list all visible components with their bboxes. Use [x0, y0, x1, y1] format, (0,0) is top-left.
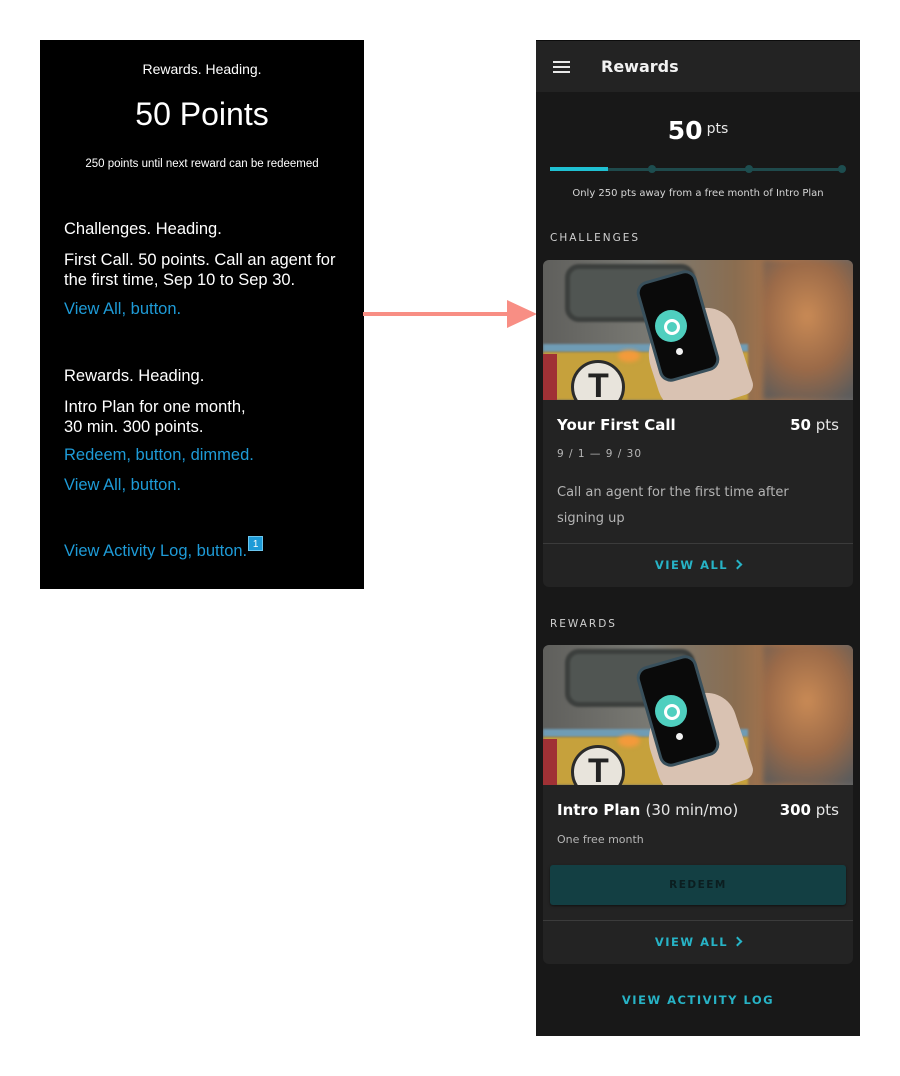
challenge-description: Call an agent for the first time after s…: [557, 485, 789, 526]
reward-points-value: 300: [779, 801, 811, 819]
divider: [543, 920, 853, 921]
reward-points: 300 pts: [780, 801, 839, 819]
sr-view-all-rewards[interactable]: View All, button.: [64, 476, 354, 495]
reward-title: Intro Plan (30 min/mo): [557, 801, 738, 819]
challenge-dates: 9 / 1 — 9 / 30: [557, 448, 643, 460]
sr-rewards-heading: Rewards. Heading.: [142, 61, 262, 77]
progress-milestone-node: [744, 165, 753, 173]
view-all-label: VIEW ALL: [654, 935, 729, 949]
screen-reader-panel: Rewards. Heading. 50 Points 250 points u…: [40, 40, 364, 589]
arrow-head-icon: [507, 300, 537, 328]
progress-caption: Only 250 pts away from a free month of I…: [572, 188, 824, 199]
sr-view-all-challenges[interactable]: View All, button.: [64, 300, 354, 319]
view-all-rewards-button[interactable]: VIEW ALL: [543, 935, 853, 949]
sr-challenge-item: First Call. 50 points. Call an agent for…: [64, 251, 336, 289]
page-title: Rewards: [601, 57, 679, 76]
view-all-challenges-button[interactable]: VIEW ALL: [543, 558, 853, 572]
reward-card-image: [543, 645, 853, 785]
sr-reward-item-line2: 30 min. 300 points.: [64, 418, 204, 436]
points-value: 50: [667, 116, 703, 145]
points-unit: pts: [706, 121, 729, 137]
sr-redeem-button[interactable]: Redeem, button, dimmed.: [64, 446, 354, 465]
reward-points-unit: pts: [815, 801, 839, 819]
points-progress-bar: [550, 165, 846, 173]
chevron-right-icon: [732, 559, 743, 570]
sr-reward-item: Intro Plan for one month, 30 min. 300 po…: [64, 397, 354, 437]
challenges-section-label: CHALLENGES: [550, 232, 641, 244]
sr-challenges-heading: Challenges. Heading.: [64, 220, 222, 238]
reward-title-detail: (30 min/mo): [645, 801, 739, 819]
sr-rewards-heading-2: Rewards. Heading.: [64, 367, 205, 385]
annotation-badge: 1: [248, 536, 264, 551]
sr-activity-log-label[interactable]: View Activity Log, button.: [64, 542, 247, 560]
progress-milestone-node: [648, 165, 657, 173]
sr-reward-item-line1: Intro Plan for one month,: [64, 398, 246, 416]
sr-subtext: 250 points until next reward can be rede…: [85, 158, 319, 170]
view-activity-log-button[interactable]: VIEW ACTIVITY LOG: [536, 993, 860, 1007]
sr-points: 50 Points: [135, 96, 269, 132]
app-bar: Rewards: [536, 40, 860, 92]
hamburger-icon[interactable]: [553, 61, 570, 74]
challenge-points-value: 50: [790, 416, 811, 434]
reward-card: Intro Plan (30 min/mo) 300 pts One free …: [543, 645, 853, 964]
challenge-card: Your First Call 50 pts 9 / 1 — 9 / 30 Ca…: [543, 260, 853, 587]
points-summary: 50 pts: [536, 116, 860, 145]
progress-milestone-node: [838, 165, 846, 173]
challenge-card-image: [543, 260, 853, 400]
challenge-title: Your First Call: [557, 416, 676, 434]
chevron-right-icon: [732, 936, 743, 947]
phone-screen: Rewards 50 pts Only 250 pts away from a f…: [536, 40, 860, 1036]
app-logo-icon: [655, 310, 687, 342]
divider: [543, 543, 853, 544]
arrow-line: [363, 312, 513, 316]
progress-fill: [550, 167, 609, 171]
sr-activity-log[interactable]: View Activity Log, button. 1: [64, 536, 354, 561]
reward-title-name: Intro Plan: [557, 801, 641, 819]
reward-subtitle: One free month: [557, 833, 644, 846]
rewards-section-label: REWARDS: [550, 618, 617, 630]
app-logo-icon: [655, 695, 687, 727]
redeem-button[interactable]: REDEEM: [550, 865, 846, 905]
challenge-points-unit: pts: [815, 416, 839, 434]
challenge-points: 50 pts: [790, 416, 839, 434]
view-all-label: VIEW ALL: [654, 558, 729, 572]
